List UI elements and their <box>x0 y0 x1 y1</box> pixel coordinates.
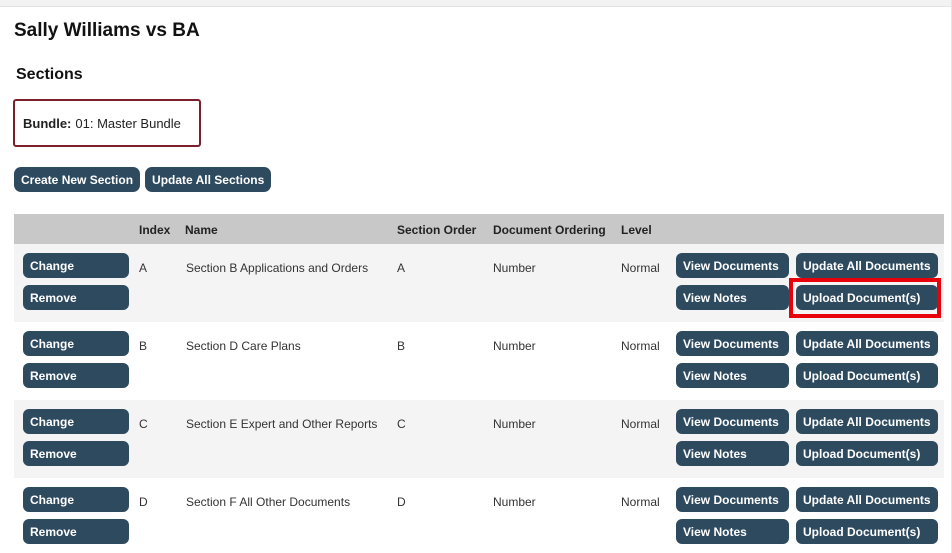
row-section-order: A <box>397 261 406 275</box>
change-button[interactable]: Change <box>23 253 129 278</box>
view-documents-button[interactable]: View Documents <box>676 331 789 356</box>
view-notes-button[interactable]: View Notes <box>676 441 789 466</box>
update-all-documents-button[interactable]: Update All Documents <box>796 253 938 278</box>
top-border <box>0 0 952 7</box>
table-header: Index Name Section Order Document Orderi… <box>14 214 944 244</box>
upload-documents-button[interactable]: Upload Document(s) <box>796 441 938 466</box>
view-documents-button[interactable]: View Documents <box>676 253 789 278</box>
row-name: Section F All Other Documents <box>186 495 351 509</box>
header-section-order: Section Order <box>397 223 477 237</box>
sections-heading: Sections <box>16 66 83 83</box>
view-notes-button[interactable]: View Notes <box>676 519 789 544</box>
change-button[interactable]: Change <box>23 409 129 434</box>
row-level: Normal <box>621 339 660 353</box>
view-notes-button[interactable]: View Notes <box>676 285 789 310</box>
view-notes-button[interactable]: View Notes <box>676 363 789 388</box>
row-level: Normal <box>621 261 660 275</box>
update-all-documents-button[interactable]: Update All Documents <box>796 409 938 434</box>
header-document-ordering: Document Ordering <box>493 223 606 237</box>
upload-documents-button[interactable]: Upload Document(s) <box>796 285 938 310</box>
view-documents-button[interactable]: View Documents <box>676 487 789 512</box>
remove-button[interactable]: Remove <box>23 441 129 466</box>
row-document-ordering: Number <box>493 339 536 353</box>
row-document-ordering: Number <box>493 417 536 431</box>
table-row: Change Remove A Section B Applications a… <box>14 244 944 322</box>
create-new-section-button[interactable]: Create New Section <box>14 167 141 192</box>
update-all-documents-button[interactable]: Update All Documents <box>796 487 938 512</box>
row-section-order: C <box>397 417 406 431</box>
upload-documents-button[interactable]: Upload Document(s) <box>796 519 938 544</box>
row-name: Section B Applications and Orders <box>186 261 369 275</box>
row-name: Section E Expert and Other Reports <box>186 417 378 431</box>
table-row: Change Remove C Section E Expert and Oth… <box>14 400 944 478</box>
update-all-documents-button[interactable]: Update All Documents <box>796 331 938 356</box>
row-index: C <box>139 417 148 431</box>
remove-button[interactable]: Remove <box>23 519 129 544</box>
row-index: B <box>139 339 148 353</box>
row-document-ordering: Number <box>493 261 536 275</box>
row-document-ordering: Number <box>493 495 536 509</box>
remove-button[interactable]: Remove <box>23 285 129 310</box>
header-name: Name <box>185 223 218 237</box>
change-button[interactable]: Change <box>23 331 129 356</box>
row-level: Normal <box>621 495 660 509</box>
page-title: Sally Williams vs BA <box>14 20 200 41</box>
bundle-value: 01: Master Bundle <box>75 115 181 131</box>
row-name: Section D Care Plans <box>186 339 301 353</box>
header-index: Index <box>139 223 171 237</box>
upload-documents-button[interactable]: Upload Document(s) <box>796 363 938 388</box>
row-section-order: B <box>397 339 406 353</box>
section-toolbar: Create New Section Update All Sections <box>14 167 272 192</box>
row-index: A <box>139 261 148 275</box>
bundle-label: Bundle: <box>23 115 72 131</box>
remove-button[interactable]: Remove <box>23 363 129 388</box>
update-all-sections-button[interactable]: Update All Sections <box>145 167 272 192</box>
table-row: Change Remove B Section D Care Plans B N… <box>14 322 944 400</box>
row-index: D <box>139 495 148 509</box>
bundle-info: Bundle: 01: Master Bundle <box>13 99 201 147</box>
row-section-order: D <box>397 495 406 509</box>
row-level: Normal <box>621 417 660 431</box>
view-documents-button[interactable]: View Documents <box>676 409 789 434</box>
table-row: Change Remove D Section F All Other Docu… <box>14 478 944 553</box>
header-level: Level <box>621 223 652 237</box>
change-button[interactable]: Change <box>23 487 129 512</box>
